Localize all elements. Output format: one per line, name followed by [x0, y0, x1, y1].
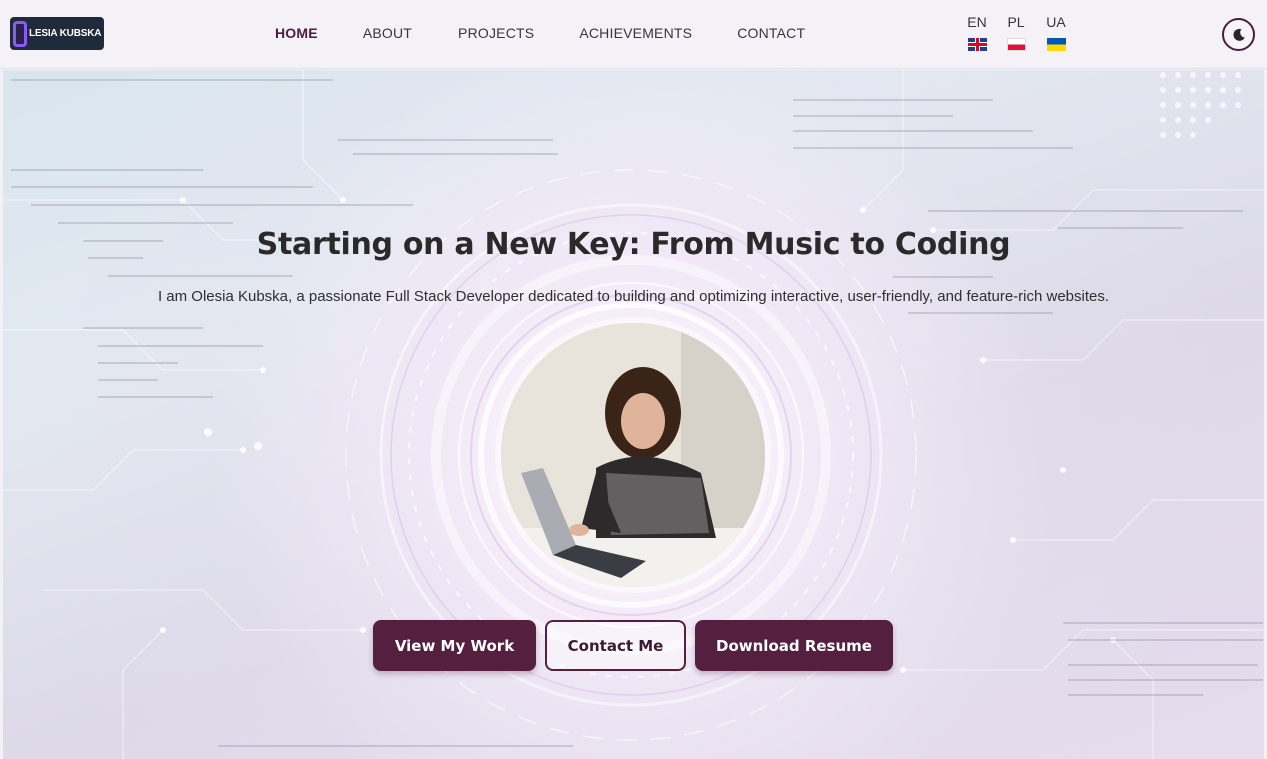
profile-photo [501, 323, 765, 587]
download-resume-button[interactable]: Download Resume [695, 620, 893, 671]
lang-en[interactable]: EN [965, 14, 989, 51]
nav-projects[interactable]: PROJECTS [458, 25, 534, 45]
logo-text: LESIA KUBSKA [29, 28, 102, 39]
lang-en-label: EN [967, 14, 987, 30]
nav-home[interactable]: HOME [275, 25, 318, 45]
view-work-button[interactable]: View My Work [373, 620, 536, 671]
contact-me-button[interactable]: Contact Me [545, 620, 686, 671]
moon-icon [1232, 28, 1245, 41]
nav-about[interactable]: ABOUT [363, 25, 412, 45]
logo-mark-icon [13, 20, 27, 47]
hero-title: Starting on a New Key: From Music to Cod… [256, 227, 1011, 262]
nav-contact[interactable]: CONTACT [737, 25, 805, 45]
site-logo[interactable]: LESIA KUBSKA [10, 17, 104, 50]
lang-pl[interactable]: PL [1004, 14, 1028, 51]
ukraine-flag-icon [1046, 38, 1066, 51]
lang-ua-label: UA [1046, 14, 1066, 30]
lang-ua[interactable]: UA [1044, 14, 1068, 51]
hero-section: Starting on a New Key: From Music to Cod… [3, 70, 1264, 759]
uk-flag-icon [967, 38, 987, 51]
site-header: LESIA KUBSKA HOME ABOUT PROJECTS ACHIEVE… [0, 0, 1267, 69]
nav-achievements[interactable]: ACHIEVEMENTS [579, 25, 692, 45]
poland-flag-icon [1006, 38, 1026, 51]
main-nav: HOME ABOUT PROJECTS ACHIEVEMENTS CONTACT [275, 25, 805, 45]
hero-subtitle: I am Olesia Kubska, a passionate Full St… [157, 288, 1110, 305]
theme-toggle-button[interactable] [1222, 18, 1255, 51]
lang-pl-label: PL [1007, 14, 1025, 30]
